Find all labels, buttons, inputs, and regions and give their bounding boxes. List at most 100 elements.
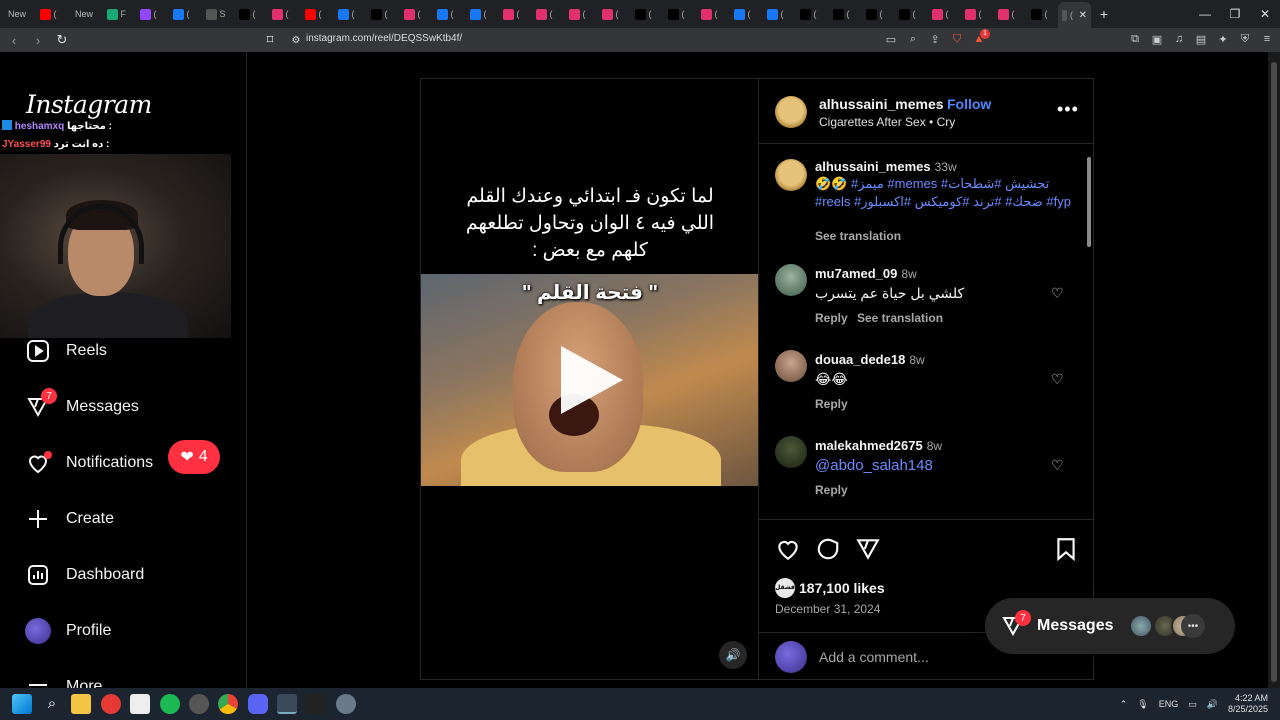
sidebar-icon[interactable]: ▣ xyxy=(1150,31,1164,47)
browser-tab[interactable]: ( xyxy=(398,3,431,25)
forward-icon[interactable]: › xyxy=(28,30,48,50)
browser-tab[interactable]: ( xyxy=(728,3,761,25)
save-icon[interactable] xyxy=(1053,536,1079,562)
new-tab-icon[interactable]: + xyxy=(1091,3,1117,25)
sidebar-item-create[interactable]: Create xyxy=(24,504,114,534)
app-icon[interactable] xyxy=(101,694,121,714)
obs-icon[interactable] xyxy=(189,694,209,714)
comment-username[interactable]: mu7amed_09 xyxy=(815,266,897,281)
settings-icon[interactable] xyxy=(336,694,356,714)
browser-tab[interactable]: ( xyxy=(431,3,464,25)
comment-author[interactable]: mu7amed_09 8w xyxy=(815,266,917,281)
browser-tab[interactable]: New xyxy=(0,3,34,25)
browser-tab[interactable]: ( xyxy=(596,3,629,25)
browser-tab[interactable]: ( xyxy=(464,3,497,25)
browser-tab[interactable]: ( xyxy=(34,3,67,25)
browser-tab[interactable]: ( xyxy=(332,3,365,25)
vpn-icon[interactable]: ⛨ xyxy=(1238,31,1252,47)
browser-tab[interactable]: ( xyxy=(695,3,728,25)
author-username[interactable]: alhussaini_memes xyxy=(819,96,944,112)
floating-messages-button[interactable]: 7 Messages ••• xyxy=(985,598,1235,654)
browser-tab[interactable]: ( xyxy=(959,3,992,25)
restore-icon[interactable]: ❐ xyxy=(1220,0,1250,28)
mic-icon[interactable]: 🎙 xyxy=(1137,699,1148,710)
search-icon[interactable]: ⌕ xyxy=(42,694,62,714)
browser-tab[interactable]: ( xyxy=(266,3,299,25)
sidebar-item-dashboard[interactable]: Dashboard xyxy=(24,560,144,590)
comment-author[interactable]: douaa_dede18 8w xyxy=(815,352,925,367)
browser-tab[interactable]: ( xyxy=(761,3,794,25)
page-scrollbar[interactable] xyxy=(1268,52,1280,688)
see-translation-link[interactable]: See translation xyxy=(857,311,943,325)
liked-by-avatar[interactable]: قشقل xyxy=(775,578,795,598)
sidebar-item-profile[interactable]: Profile xyxy=(24,616,111,646)
browser-tab[interactable]: ( xyxy=(827,3,860,25)
browser-tab[interactable]: ( xyxy=(992,3,1025,25)
back-icon[interactable]: ‹ xyxy=(4,30,24,50)
browser-tab[interactable]: ( xyxy=(563,3,596,25)
browser-tab[interactable]: ( xyxy=(926,3,959,25)
close-window-icon[interactable]: ✕ xyxy=(1250,0,1280,28)
menu-icon[interactable]: ≡ xyxy=(1260,31,1274,47)
chevron-up-icon[interactable]: ⌃ xyxy=(1120,699,1128,710)
comment-avatar[interactable] xyxy=(775,436,807,468)
reply-link[interactable]: Reply xyxy=(815,311,848,325)
discord-icon[interactable] xyxy=(248,694,268,714)
comment-username[interactable]: malekahmed2675 xyxy=(815,438,923,453)
browser-tab[interactable]: F xyxy=(101,3,134,25)
zoom-icon[interactable]: ⌕ xyxy=(906,31,920,47)
epic-games-icon[interactable] xyxy=(306,694,326,714)
browser-tab[interactable]: New xyxy=(67,3,101,25)
browser-tab[interactable]: ( xyxy=(365,3,398,25)
see-translation-link[interactable]: See translation xyxy=(815,229,901,243)
browser-tab[interactable]: ( xyxy=(497,3,530,25)
like-icon[interactable] xyxy=(775,536,801,562)
caption-username[interactable]: alhussaini_memes xyxy=(815,159,931,174)
start-icon[interactable] xyxy=(12,694,32,714)
caption-avatar[interactable] xyxy=(775,159,807,191)
more-options-icon[interactable]: ••• xyxy=(1057,99,1079,120)
file-explorer-icon[interactable] xyxy=(71,694,91,714)
instagram-logo[interactable]: Instagram xyxy=(26,90,152,119)
comment-mention[interactable]: @abdo_salah148 xyxy=(815,457,933,474)
volume-icon[interactable]: 🔊 xyxy=(1207,699,1218,710)
reply-link[interactable]: Reply xyxy=(815,483,848,497)
sidebar-item-messages[interactable]: 7 Messages xyxy=(24,388,139,422)
browser-tab[interactable]: ( xyxy=(1025,3,1058,25)
spotify-icon[interactable] xyxy=(160,694,180,714)
notifications-pill[interactable]: ❤ 4 xyxy=(168,440,220,474)
follow-button[interactable]: Follow xyxy=(947,96,991,112)
chrome-icon[interactable] xyxy=(218,694,238,714)
sidebar-item-more[interactable]: More xyxy=(24,672,102,688)
share-icon[interactable] xyxy=(855,536,881,562)
author-avatar[interactable] xyxy=(775,96,807,128)
likes-count[interactable]: 187,100 likes xyxy=(799,580,885,596)
site-settings-icon[interactable]: ⚙ xyxy=(286,30,306,50)
wallet-icon[interactable]: ▤ xyxy=(1194,31,1208,47)
share-icon[interactable]: ⇪ xyxy=(928,31,942,47)
play-icon[interactable] xyxy=(561,346,623,414)
reload-icon[interactable]: ↻ xyxy=(52,30,72,50)
brave-rewards-icon[interactable]: ▲ 1 xyxy=(972,29,990,47)
comment-avatar[interactable] xyxy=(775,350,807,382)
browser-tab[interactable]: ( xyxy=(860,3,893,25)
volume-icon[interactable]: 🔊 xyxy=(719,641,747,669)
browser-tab[interactable]: ( xyxy=(794,3,827,25)
comment-username[interactable]: douaa_dede18 xyxy=(815,352,905,367)
extensions-icon[interactable]: ⧉ xyxy=(1128,31,1142,47)
audio-track[interactable]: Cigarettes After Sex • Cry xyxy=(819,115,955,129)
comment-avatar[interactable] xyxy=(775,264,807,296)
bookmark-icon[interactable]: ⌑ xyxy=(260,30,280,50)
browser-tab[interactable]: ( xyxy=(530,3,563,25)
comments-scrollbar-thumb[interactable] xyxy=(1087,157,1091,247)
caption-author[interactable]: alhussaini_memes 33w xyxy=(815,159,957,174)
like-comment-icon[interactable]: ♡ xyxy=(1051,285,1067,301)
add-comment-input[interactable]: Add a comment... xyxy=(819,649,929,665)
browser-tab[interactable]: ( xyxy=(893,3,926,25)
page-scrollbar-thumb[interactable] xyxy=(1271,62,1277,682)
reply-link[interactable]: Reply xyxy=(815,397,848,411)
active-app-icon[interactable] xyxy=(277,694,297,714)
browser-tab[interactable]: ( xyxy=(167,3,200,25)
browser-tab[interactable]: (✕ xyxy=(1058,2,1091,28)
browser-tab[interactable]: ( xyxy=(299,3,332,25)
